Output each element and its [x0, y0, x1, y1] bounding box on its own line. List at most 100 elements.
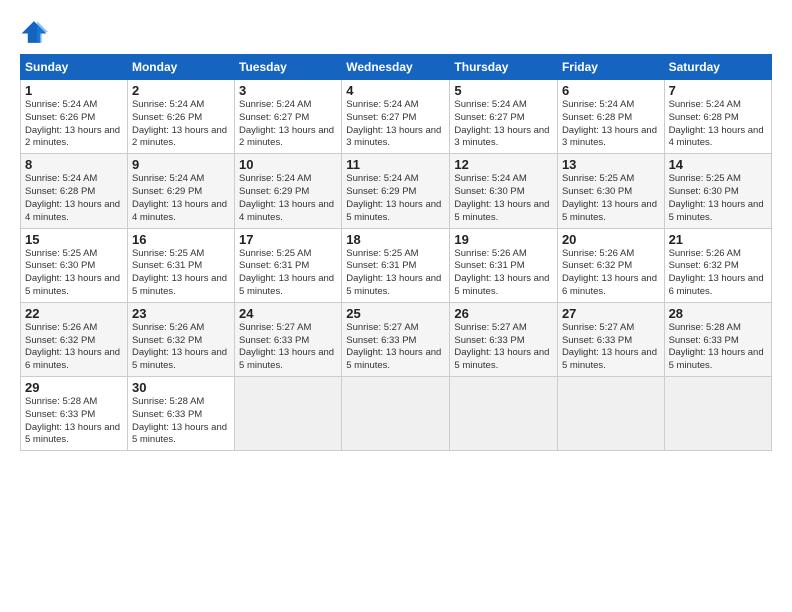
calendar-week-4: 22Sunrise: 5:26 AMSunset: 6:32 PMDayligh… — [21, 302, 772, 376]
day-info: Sunrise: 5:25 AMSunset: 6:31 PMDaylight:… — [132, 248, 227, 297]
day-number: 18 — [346, 232, 445, 247]
calendar-day: 18Sunrise: 5:25 AMSunset: 6:31 PMDayligh… — [342, 228, 450, 302]
day-number: 23 — [132, 306, 230, 321]
day-number: 6 — [562, 83, 660, 98]
day-info: Sunrise: 5:24 AMSunset: 6:28 PMDaylight:… — [562, 99, 657, 148]
day-info: Sunrise: 5:28 AMSunset: 6:33 PMDaylight:… — [25, 396, 120, 445]
day-number: 7 — [669, 83, 767, 98]
day-info: Sunrise: 5:26 AMSunset: 6:32 PMDaylight:… — [132, 322, 227, 371]
day-info: Sunrise: 5:24 AMSunset: 6:28 PMDaylight:… — [25, 173, 120, 222]
calendar-day: 8Sunrise: 5:24 AMSunset: 6:28 PMDaylight… — [21, 154, 128, 228]
calendar-day: 3Sunrise: 5:24 AMSunset: 6:27 PMDaylight… — [235, 80, 342, 154]
day-info: Sunrise: 5:25 AMSunset: 6:30 PMDaylight:… — [562, 173, 657, 222]
day-number: 29 — [25, 380, 123, 395]
day-info: Sunrise: 5:24 AMSunset: 6:29 PMDaylight:… — [346, 173, 441, 222]
calendar-day: 15Sunrise: 5:25 AMSunset: 6:30 PMDayligh… — [21, 228, 128, 302]
empty-cell — [235, 377, 342, 451]
day-number: 24 — [239, 306, 337, 321]
day-number: 30 — [132, 380, 230, 395]
header-monday: Monday — [127, 55, 234, 80]
day-number: 26 — [454, 306, 553, 321]
day-number: 11 — [346, 157, 445, 172]
day-info: Sunrise: 5:24 AMSunset: 6:29 PMDaylight:… — [239, 173, 334, 222]
calendar-day: 27Sunrise: 5:27 AMSunset: 6:33 PMDayligh… — [557, 302, 664, 376]
day-info: Sunrise: 5:25 AMSunset: 6:30 PMDaylight:… — [669, 173, 764, 222]
calendar-day: 28Sunrise: 5:28 AMSunset: 6:33 PMDayligh… — [664, 302, 771, 376]
day-info: Sunrise: 5:24 AMSunset: 6:30 PMDaylight:… — [454, 173, 549, 222]
day-info: Sunrise: 5:24 AMSunset: 6:27 PMDaylight:… — [239, 99, 334, 148]
header-sunday: Sunday — [21, 55, 128, 80]
day-number: 22 — [25, 306, 123, 321]
day-number: 27 — [562, 306, 660, 321]
day-info: Sunrise: 5:27 AMSunset: 6:33 PMDaylight:… — [346, 322, 441, 371]
day-info: Sunrise: 5:24 AMSunset: 6:26 PMDaylight:… — [25, 99, 120, 148]
day-number: 13 — [562, 157, 660, 172]
calendar-day: 12Sunrise: 5:24 AMSunset: 6:30 PMDayligh… — [450, 154, 558, 228]
calendar-day: 1Sunrise: 5:24 AMSunset: 6:26 PMDaylight… — [21, 80, 128, 154]
day-number: 28 — [669, 306, 767, 321]
header-friday: Friday — [557, 55, 664, 80]
day-number: 17 — [239, 232, 337, 247]
header-row: Sunday Monday Tuesday Wednesday Thursday… — [21, 55, 772, 80]
page: Sunday Monday Tuesday Wednesday Thursday… — [0, 0, 792, 612]
calendar-header: Sunday Monday Tuesday Wednesday Thursday… — [21, 55, 772, 80]
day-number: 9 — [132, 157, 230, 172]
empty-cell — [450, 377, 558, 451]
header-thursday: Thursday — [450, 55, 558, 80]
day-number: 20 — [562, 232, 660, 247]
calendar-day: 13Sunrise: 5:25 AMSunset: 6:30 PMDayligh… — [557, 154, 664, 228]
day-number: 15 — [25, 232, 123, 247]
day-number: 2 — [132, 83, 230, 98]
calendar-day: 16Sunrise: 5:25 AMSunset: 6:31 PMDayligh… — [127, 228, 234, 302]
day-number: 8 — [25, 157, 123, 172]
day-number: 10 — [239, 157, 337, 172]
calendar-day: 4Sunrise: 5:24 AMSunset: 6:27 PMDaylight… — [342, 80, 450, 154]
day-info: Sunrise: 5:24 AMSunset: 6:26 PMDaylight:… — [132, 99, 227, 148]
day-info: Sunrise: 5:27 AMSunset: 6:33 PMDaylight:… — [454, 322, 549, 371]
day-number: 4 — [346, 83, 445, 98]
calendar-day: 5Sunrise: 5:24 AMSunset: 6:27 PMDaylight… — [450, 80, 558, 154]
calendar-day: 6Sunrise: 5:24 AMSunset: 6:28 PMDaylight… — [557, 80, 664, 154]
calendar-day: 24Sunrise: 5:27 AMSunset: 6:33 PMDayligh… — [235, 302, 342, 376]
day-info: Sunrise: 5:25 AMSunset: 6:30 PMDaylight:… — [25, 248, 120, 297]
day-number: 19 — [454, 232, 553, 247]
header-tuesday: Tuesday — [235, 55, 342, 80]
calendar-day: 20Sunrise: 5:26 AMSunset: 6:32 PMDayligh… — [557, 228, 664, 302]
day-info: Sunrise: 5:28 AMSunset: 6:33 PMDaylight:… — [132, 396, 227, 445]
calendar-day: 22Sunrise: 5:26 AMSunset: 6:32 PMDayligh… — [21, 302, 128, 376]
day-info: Sunrise: 5:24 AMSunset: 6:28 PMDaylight:… — [669, 99, 764, 148]
calendar-day: 7Sunrise: 5:24 AMSunset: 6:28 PMDaylight… — [664, 80, 771, 154]
empty-cell — [664, 377, 771, 451]
calendar-day: 25Sunrise: 5:27 AMSunset: 6:33 PMDayligh… — [342, 302, 450, 376]
empty-cell — [557, 377, 664, 451]
calendar-table: Sunday Monday Tuesday Wednesday Thursday… — [20, 54, 772, 451]
calendar-body: 1Sunrise: 5:24 AMSunset: 6:26 PMDaylight… — [21, 80, 772, 451]
day-info: Sunrise: 5:28 AMSunset: 6:33 PMDaylight:… — [669, 322, 764, 371]
calendar-day: 23Sunrise: 5:26 AMSunset: 6:32 PMDayligh… — [127, 302, 234, 376]
day-info: Sunrise: 5:26 AMSunset: 6:32 PMDaylight:… — [25, 322, 120, 371]
day-number: 25 — [346, 306, 445, 321]
calendar-day: 2Sunrise: 5:24 AMSunset: 6:26 PMDaylight… — [127, 80, 234, 154]
day-info: Sunrise: 5:26 AMSunset: 6:32 PMDaylight:… — [562, 248, 657, 297]
day-info: Sunrise: 5:26 AMSunset: 6:32 PMDaylight:… — [669, 248, 764, 297]
header-wednesday: Wednesday — [342, 55, 450, 80]
calendar-week-2: 8Sunrise: 5:24 AMSunset: 6:28 PMDaylight… — [21, 154, 772, 228]
header — [20, 18, 772, 46]
calendar-day: 19Sunrise: 5:26 AMSunset: 6:31 PMDayligh… — [450, 228, 558, 302]
calendar-day: 30Sunrise: 5:28 AMSunset: 6:33 PMDayligh… — [127, 377, 234, 451]
calendar-day: 17Sunrise: 5:25 AMSunset: 6:31 PMDayligh… — [235, 228, 342, 302]
calendar-day: 21Sunrise: 5:26 AMSunset: 6:32 PMDayligh… — [664, 228, 771, 302]
day-number: 21 — [669, 232, 767, 247]
day-number: 1 — [25, 83, 123, 98]
logo — [20, 18, 50, 46]
calendar-week-1: 1Sunrise: 5:24 AMSunset: 6:26 PMDaylight… — [21, 80, 772, 154]
calendar-day: 29Sunrise: 5:28 AMSunset: 6:33 PMDayligh… — [21, 377, 128, 451]
day-info: Sunrise: 5:24 AMSunset: 6:29 PMDaylight:… — [132, 173, 227, 222]
day-info: Sunrise: 5:27 AMSunset: 6:33 PMDaylight:… — [239, 322, 334, 371]
day-number: 16 — [132, 232, 230, 247]
day-number: 5 — [454, 83, 553, 98]
calendar-day: 26Sunrise: 5:27 AMSunset: 6:33 PMDayligh… — [450, 302, 558, 376]
calendar-week-5: 29Sunrise: 5:28 AMSunset: 6:33 PMDayligh… — [21, 377, 772, 451]
logo-icon — [20, 18, 48, 46]
calendar-day: 10Sunrise: 5:24 AMSunset: 6:29 PMDayligh… — [235, 154, 342, 228]
